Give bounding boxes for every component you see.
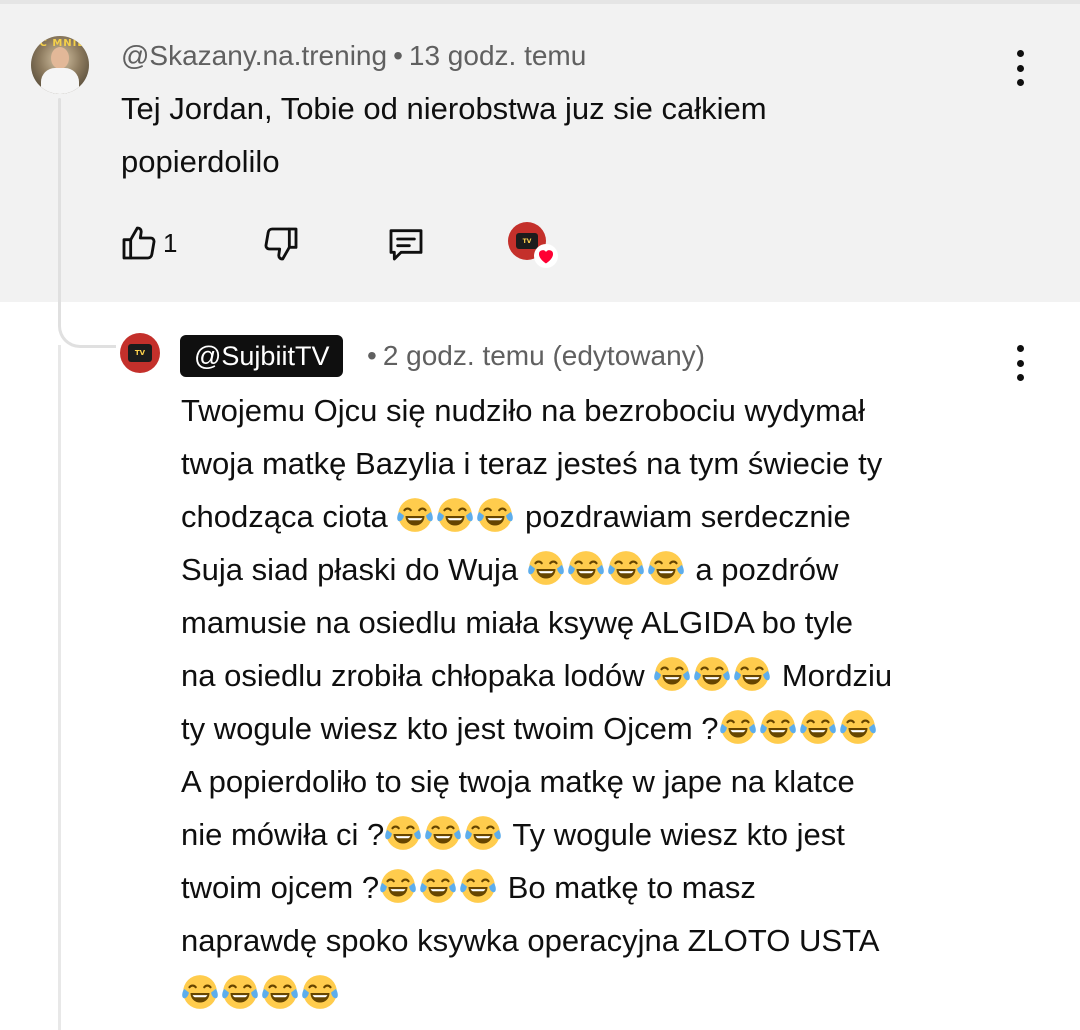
face-with-tears-of-joy-icon [301, 973, 339, 1011]
face-with-tears-of-joy-icon [653, 655, 773, 693]
timestamp[interactable]: 2 godz. temu (edytowany) [383, 340, 705, 371]
face-with-tears-of-joy-icon [181, 973, 341, 1011]
timestamp[interactable]: 13 godz. temu [409, 40, 586, 71]
thumbs-up-icon [122, 226, 156, 260]
face-with-tears-of-joy-icon [719, 708, 757, 746]
like-button[interactable]: 1 [119, 223, 177, 263]
creator-heart-icon: TV [508, 222, 558, 268]
thread-line [58, 345, 61, 1030]
comment-meta: • 2 godz. temu (edytowany) [367, 340, 705, 371]
face-with-tears-of-joy-icon [607, 549, 645, 587]
more-vert-icon[interactable] [1013, 50, 1027, 86]
face-with-tears-of-joy-icon [459, 867, 497, 905]
face-with-tears-of-joy-icon [424, 814, 462, 852]
face-with-tears-of-joy-icon [567, 549, 605, 587]
face-with-tears-of-joy-icon [464, 814, 502, 852]
heart-icon [534, 244, 558, 268]
thread-line [58, 98, 61, 313]
comment-text: Tej Jordan, Tobie od nierobstwa juz sie … [121, 91, 767, 179]
face-with-tears-of-joy-icon [527, 549, 565, 587]
face-with-tears-of-joy-icon [759, 708, 797, 746]
face-with-tears-of-joy-icon [379, 867, 417, 905]
face-with-tears-of-joy-icon [527, 549, 687, 587]
face-with-tears-of-joy-icon [653, 655, 691, 693]
face-with-tears-of-joy-icon [647, 549, 685, 587]
face-with-tears-of-joy-icon [693, 655, 731, 693]
face-with-tears-of-joy-icon [379, 867, 499, 905]
face-with-tears-of-joy-icon [396, 496, 516, 534]
reply-icon [389, 229, 423, 261]
face-with-tears-of-joy-icon [396, 496, 434, 534]
face-with-tears-of-joy-icon [476, 496, 514, 534]
face-with-tears-of-joy-icon [384, 814, 422, 852]
face-with-tears-of-joy-icon [799, 708, 837, 746]
face-with-tears-of-joy-icon [221, 973, 259, 1011]
reply-text: Twojemu Ojcu się nudziło na bezrobociu w… [181, 384, 1021, 1020]
more-vert-icon[interactable] [1013, 345, 1027, 381]
avatar[interactable]: TV [120, 333, 160, 373]
dislike-button[interactable] [261, 224, 301, 264]
face-with-tears-of-joy-icon [839, 708, 877, 746]
comment-meta: @Skazany.na.trening • 13 godz. temu [121, 40, 587, 71]
thumbs-down-icon [264, 227, 298, 261]
like-count: 1 [163, 227, 178, 258]
reply-button[interactable] [384, 224, 428, 264]
thread-connector [58, 298, 116, 348]
face-with-tears-of-joy-icon [181, 973, 219, 1011]
face-with-tears-of-joy-icon [719, 708, 879, 746]
face-with-tears-of-joy-icon [384, 814, 504, 852]
creator-handle-badge[interactable]: @SujbiitTV [180, 335, 344, 377]
face-with-tears-of-joy-icon [419, 867, 457, 905]
face-with-tears-of-joy-icon [261, 973, 299, 1011]
face-with-tears-of-joy-icon [436, 496, 474, 534]
face-with-tears-of-joy-icon [733, 655, 771, 693]
author-handle[interactable]: @Skazany.na.trening [121, 40, 387, 71]
avatar[interactable]: IC MNIE [31, 36, 89, 94]
